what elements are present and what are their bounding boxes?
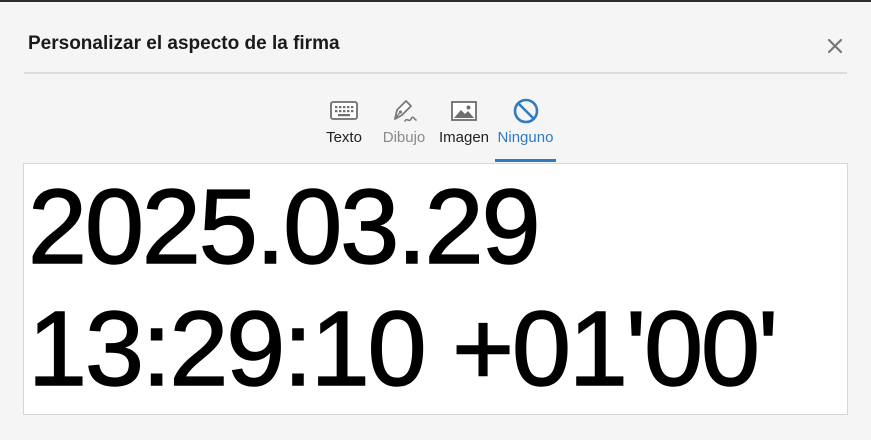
signature-time-text: 13:29:10 +01'00' <box>27 290 779 408</box>
tab-ninguno[interactable]: Ninguno <box>495 96 556 162</box>
signature-appearance-dialog: Personalizar el aspecto de la firma Text… <box>0 0 871 440</box>
tab-texto-label: Texto <box>326 129 362 146</box>
tab-dibujo-label: Dibujo <box>382 129 426 146</box>
close-icon <box>827 38 843 54</box>
signature-date-text: 2025.03.29 <box>27 168 541 286</box>
window-top-border <box>0 0 871 2</box>
signature-type-tabs: Texto Dibujo Imagen Ninguno <box>0 96 871 162</box>
dialog-title: Personalizar el aspecto de la firma <box>28 33 340 54</box>
tab-texto[interactable]: Texto <box>323 96 365 162</box>
tab-dibujo[interactable]: Dibujo <box>379 96 429 162</box>
pen-icon <box>394 100 417 122</box>
tab-imagen[interactable]: Imagen <box>437 96 491 162</box>
close-button[interactable] <box>822 33 848 59</box>
none-icon <box>513 98 538 124</box>
keyboard-icon <box>330 101 358 120</box>
title-divider <box>24 72 847 74</box>
tab-imagen-label: Imagen <box>438 129 490 146</box>
signature-preview: 2025.03.29 13:29:10 +01'00' <box>23 163 848 415</box>
image-icon <box>451 101 477 121</box>
tab-ninguno-label: Ninguno <box>497 129 554 146</box>
